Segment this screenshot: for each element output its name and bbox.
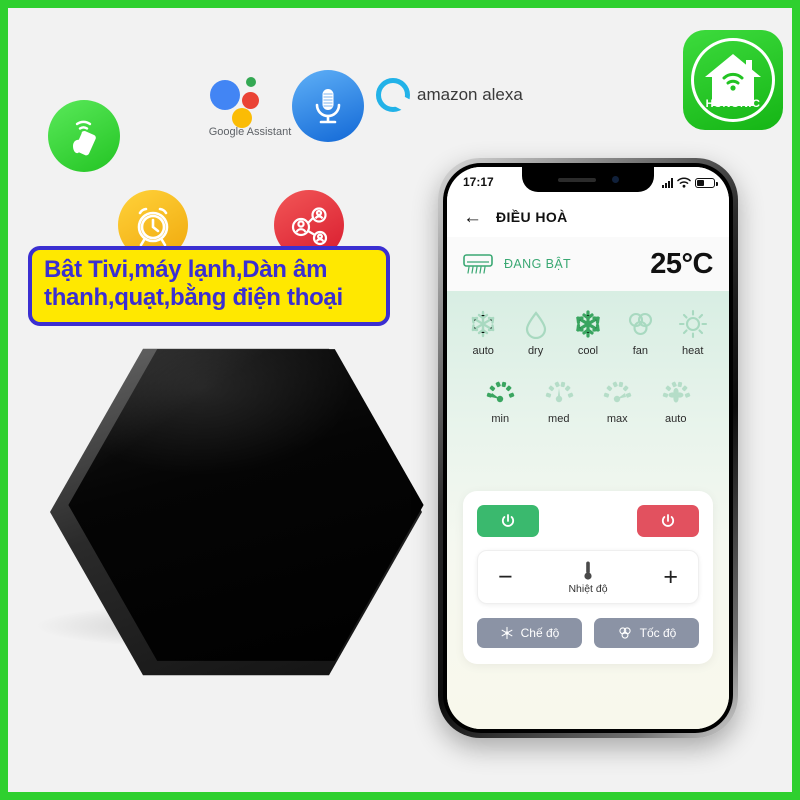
snowflake-sun-icon: [501, 626, 513, 640]
mode-option-heat[interactable]: heat: [668, 309, 718, 357]
fan-blades-icon: [619, 627, 631, 639]
mode-label: auto: [472, 345, 494, 357]
signal-bars-icon: [662, 177, 673, 188]
phone-notch: [522, 167, 654, 192]
snowflake-icon: [471, 310, 495, 338]
speed-chip-label: Tốc độ: [639, 626, 677, 640]
hand-holding-phone-wifi-icon: [73, 120, 96, 156]
battery-icon: [695, 177, 718, 188]
temperature-decrease-button[interactable]: −: [498, 564, 513, 590]
voice-assistant-strip: Google Assistant amazon alexa: [194, 70, 523, 158]
speed-label: max: [606, 413, 628, 425]
mode-option-cool[interactable]: cool: [563, 309, 613, 357]
brand-logo-ring: HUNONIC: [691, 38, 775, 122]
promo-line-1: Bật Tivi,máy lạnh,Dàn âm: [44, 256, 328, 283]
speed-label: min: [491, 413, 510, 425]
speed-selector-row: min med max auto: [457, 377, 719, 425]
gauge-icon: [603, 381, 632, 403]
temperature-stepper-center: Nhiệt độ: [568, 560, 608, 595]
power-button-row: [477, 505, 699, 537]
mode-label: heat: [682, 345, 704, 357]
mode-label: cool: [577, 345, 599, 357]
mode-option-auto[interactable]: auto: [458, 309, 508, 357]
device-status-row: ĐANG BẬT 25°C: [447, 237, 729, 291]
product-poster: HUNONIC Google Assistant amazon alexa Bậ…: [0, 0, 800, 800]
current-temperature: 25°C: [650, 247, 713, 280]
earpiece-speaker: [557, 177, 596, 182]
mode-label: fan: [632, 345, 648, 357]
speed-option-med[interactable]: med: [534, 377, 584, 425]
share-users-network-icon: [291, 207, 328, 246]
mode-selector-row: auto dry cool fan heat: [457, 309, 719, 357]
assistant-google: Google Assistant: [202, 74, 298, 138]
brand-name: HUNONIC: [705, 98, 761, 110]
power-icon: [501, 514, 515, 527]
snowflake-icon: [576, 310, 600, 338]
thermometer-icon: [584, 561, 592, 580]
air-conditioner-icon: [463, 253, 493, 275]
badge-phone-control: [48, 100, 120, 172]
gauge-icon: [545, 381, 574, 403]
app-bar: ← ĐIỀU HOÀ: [447, 197, 729, 237]
assistant-alexa: amazon alexa: [376, 78, 523, 112]
power-off-button[interactable]: [637, 505, 699, 537]
control-body: auto dry cool fan heat min med max auto …: [447, 291, 729, 729]
mode-chip-label: Chế độ: [520, 626, 560, 640]
power-on-button[interactable]: [477, 505, 539, 537]
microphone-icon: [292, 70, 364, 142]
speed-chip-button[interactable]: Tốc độ: [594, 618, 699, 648]
mode-option-dry[interactable]: dry: [511, 309, 561, 357]
fan-blades-icon: [629, 312, 653, 336]
speed-option-auto[interactable]: auto: [651, 377, 701, 425]
promo-line-2: thanh,quạt,bằng điện thoại: [44, 284, 343, 312]
water-drop-icon: [525, 311, 546, 339]
back-arrow-icon[interactable]: ←: [463, 208, 482, 227]
control-card: − Nhiệt độ + Chế độ Tốc độ: [463, 491, 713, 664]
speed-label: auto: [665, 413, 687, 425]
mode-option-fan[interactable]: fan: [615, 309, 665, 357]
phone-bezel: 17:17 ← ĐIỀU HOÀ ĐANG BẬT 25°C auto dry …: [443, 163, 733, 733]
status-time: 17:17: [463, 175, 494, 189]
brand-logo: HUNONIC: [683, 30, 783, 130]
chip-row: Chế độ Tốc độ: [477, 618, 699, 648]
phone-screen: 17:17 ← ĐIỀU HOÀ ĐANG BẬT 25°C auto dry …: [447, 167, 729, 729]
mode-label: dry: [527, 345, 544, 357]
sun-icon: [678, 309, 707, 339]
assistant-google-label: Google Assistant: [208, 126, 292, 138]
speed-label: med: [548, 413, 570, 425]
promo-banner: Bật Tivi,máy lạnh,Dàn âm thanh,quạt,bằng…: [28, 246, 390, 326]
status-icons: [662, 177, 718, 188]
alarm-clock-icon: [137, 207, 169, 247]
assistant-alexa-label: amazon alexa: [417, 85, 523, 104]
temperature-label: Nhiệt độ: [568, 582, 608, 595]
alexa-ring-icon: [376, 78, 410, 112]
temperature-stepper: − Nhiệt độ +: [477, 550, 699, 604]
front-camera: [611, 176, 619, 183]
temperature-increase-button[interactable]: +: [663, 564, 678, 590]
speed-option-max[interactable]: max: [592, 377, 642, 425]
mode-chip-button[interactable]: Chế độ: [477, 618, 582, 648]
gauge-icon: [486, 381, 515, 403]
gauge-fan-icon: [662, 381, 691, 403]
wifi-icon: [677, 177, 691, 188]
speed-option-min[interactable]: min: [475, 377, 525, 425]
power-icon: [661, 514, 675, 527]
phone-mockup: 17:17 ← ĐIỀU HOÀ ĐANG BẬT 25°C auto dry …: [438, 158, 738, 738]
hexagon-ir-blaster: [50, 342, 424, 682]
page-title: ĐIỀU HOÀ: [496, 209, 568, 225]
device-state-text: ĐANG BẬT: [504, 257, 572, 271]
google-assistant-dots-icon: [202, 74, 298, 128]
